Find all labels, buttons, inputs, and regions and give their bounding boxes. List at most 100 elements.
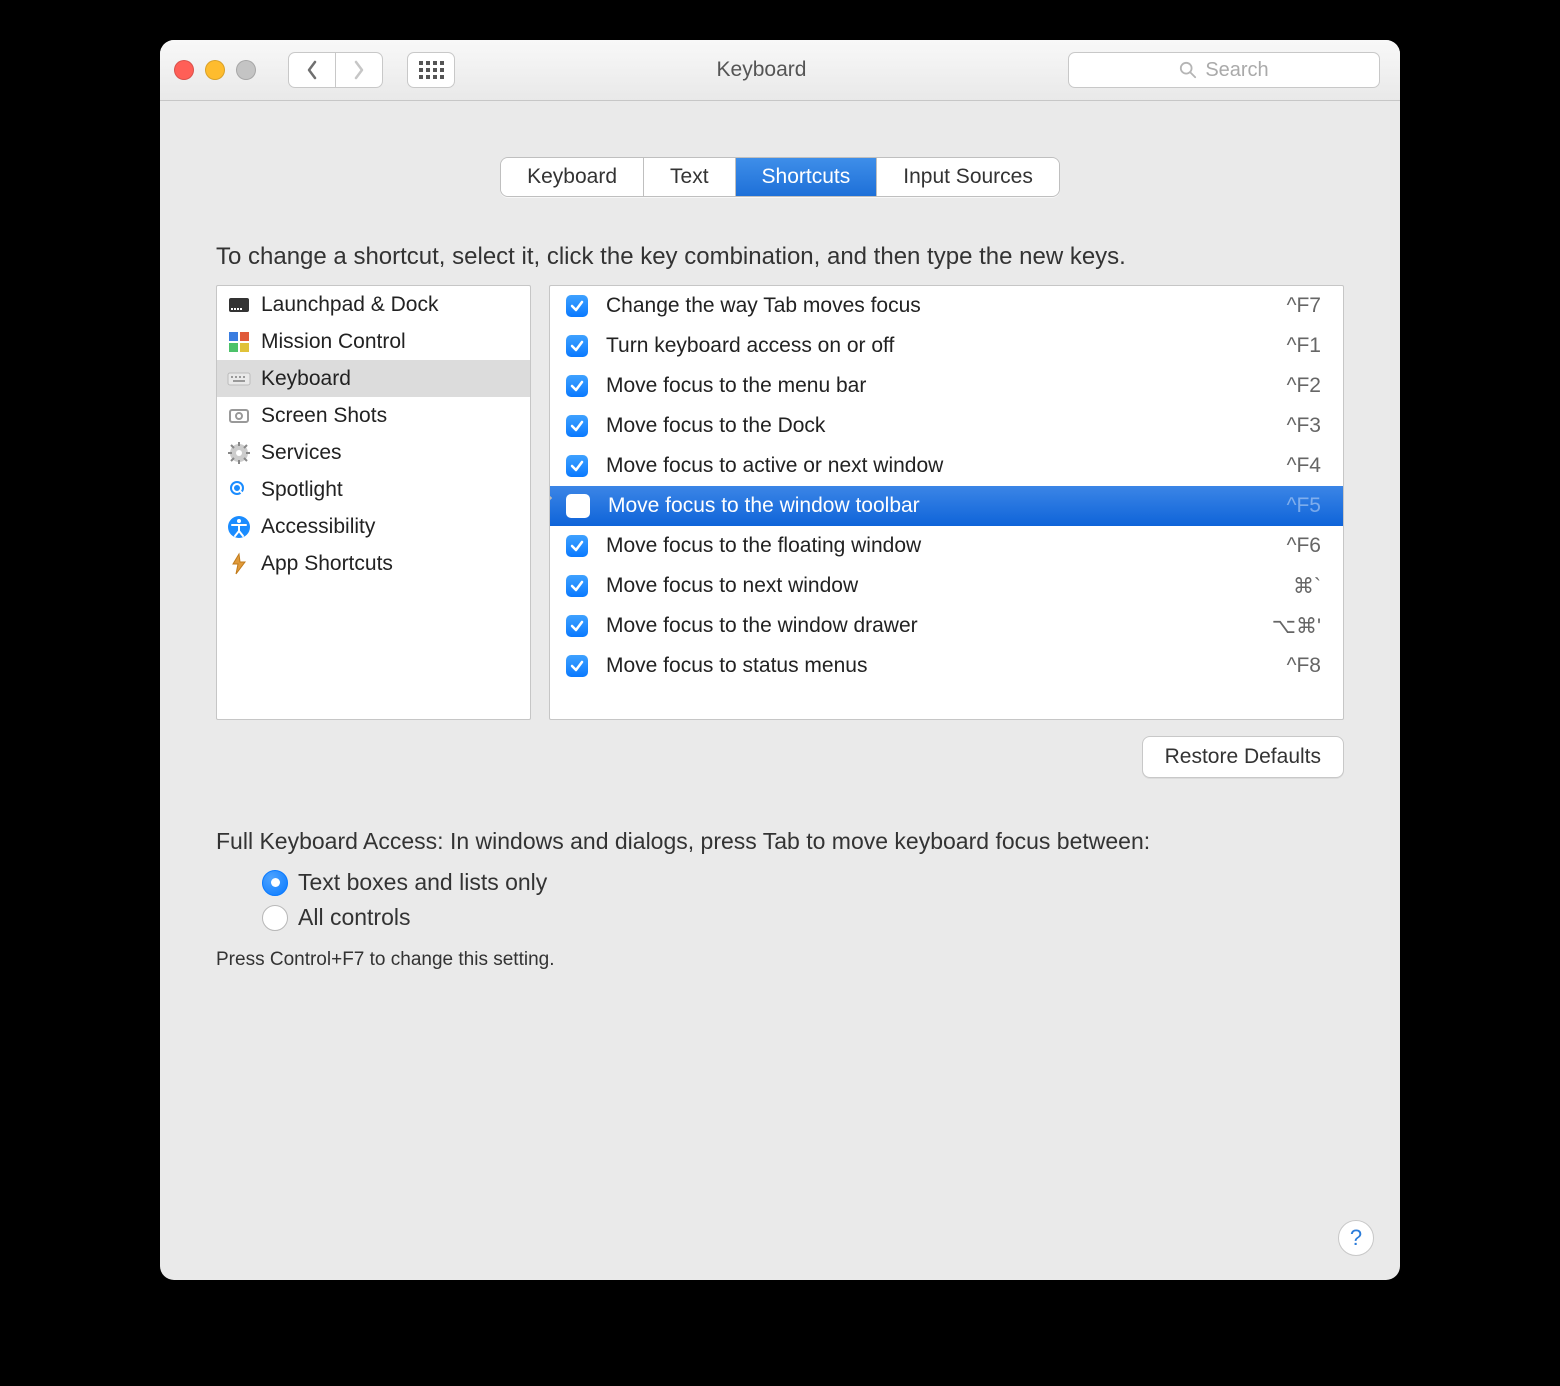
shortcut-label: Move focus to the window drawer <box>606 614 1254 638</box>
shortcut-label: Move focus to the Dock <box>606 414 1269 438</box>
shortcut-keys: ^F2 <box>1287 374 1321 398</box>
shortcut-checkbox[interactable] <box>566 295 588 317</box>
close-button[interactable] <box>174 60 194 80</box>
shortcut-row[interactable]: Move focus to the window drawer⌥⌘' <box>550 606 1343 646</box>
chevron-right-icon <box>352 60 366 80</box>
shortcut-checkbox[interactable] <box>566 535 588 557</box>
search-placeholder: Search <box>1205 59 1268 82</box>
category-label: Accessibility <box>261 515 375 539</box>
shortcut-row[interactable]: Move focus to active or next window ^F4 <box>550 446 1343 486</box>
back-button[interactable] <box>288 52 336 88</box>
shortcut-row[interactable]: Move focus to the window toolbar^F5 <box>550 486 1343 526</box>
radio-button[interactable] <box>262 870 288 896</box>
fka-radio-1[interactable]: All controls <box>262 904 1344 931</box>
category-label: Launchpad & Dock <box>261 293 438 317</box>
category-label: Mission Control <box>261 330 406 354</box>
launchpad-icon <box>227 293 251 317</box>
check-icon <box>570 659 584 673</box>
instructions-text: To change a shortcut, select it, click t… <box>216 243 1344 271</box>
accessibility-icon <box>227 515 251 539</box>
shortcut-checkbox[interactable] <box>566 655 588 677</box>
shortcut-checkbox[interactable] <box>566 415 588 437</box>
category-launchpad-dock[interactable]: Launchpad & Dock <box>217 286 530 323</box>
minimize-button[interactable] <box>205 60 225 80</box>
category-mission-control[interactable]: Mission Control <box>217 323 530 360</box>
category-keyboard[interactable]: Keyboard <box>217 360 530 397</box>
grid-icon <box>419 61 444 79</box>
shortcut-label: Turn keyboard access on or off <box>606 334 1269 358</box>
shortcut-keys: ^F8 <box>1287 654 1321 678</box>
zoom-button[interactable] <box>236 60 256 80</box>
check-icon <box>570 419 584 433</box>
search-input[interactable]: Search <box>1068 52 1380 88</box>
window-title: Keyboard <box>469 58 1054 82</box>
shortcut-checkbox[interactable] <box>566 575 588 597</box>
shortcut-checkbox[interactable] <box>566 494 590 518</box>
shortcut-list: Change the way Tab moves focus ^F7 Turn ke… <box>549 285 1344 720</box>
restore-defaults-button[interactable]: Restore Defaults <box>1142 736 1344 778</box>
tab-keyboard[interactable]: Keyboard <box>501 158 644 196</box>
shortcut-keys: ^F7 <box>1287 294 1321 318</box>
shortcut-row[interactable]: Change the way Tab moves focus ^F7 <box>550 286 1343 326</box>
content-area: KeyboardTextShortcutsInput Sources To ch… <box>160 101 1400 971</box>
shortcut-keys: ^F3 <box>1287 414 1321 438</box>
shortcut-row[interactable]: Turn keyboard access on or off ^F1 <box>550 326 1343 366</box>
shortcut-row[interactable]: Move focus to the floating window ^F6 <box>550 526 1343 566</box>
shortcut-keys: ^F1 <box>1287 334 1321 358</box>
full-keyboard-access-radio-group: Text boxes and lists only All controls <box>216 869 1344 931</box>
spotlight-icon <box>227 478 251 502</box>
check-icon <box>570 299 584 313</box>
shortcut-label: Move focus to the window toolbar <box>608 494 1269 518</box>
category-spotlight[interactable]: Spotlight <box>217 471 530 508</box>
shortcut-row[interactable]: Move focus to the menu bar ^F2 <box>550 366 1343 406</box>
shortcut-label: Change the way Tab moves focus <box>606 294 1269 318</box>
shortcut-checkbox[interactable] <box>566 375 588 397</box>
shortcut-row[interactable]: Move focus to the Dock ^F3 <box>550 406 1343 446</box>
nav-buttons <box>288 52 383 88</box>
window-controls <box>174 60 256 80</box>
radio-label: All controls <box>298 904 410 931</box>
check-icon <box>570 539 584 553</box>
screenshot-icon <box>227 404 251 428</box>
category-services[interactable]: Services <box>217 434 530 471</box>
show-all-button[interactable] <box>407 52 455 88</box>
shortcut-keys: ⌘` <box>1293 574 1321 599</box>
radio-button[interactable] <box>262 905 288 931</box>
tab-shortcuts[interactable]: Shortcuts <box>736 158 878 196</box>
fka-radio-0[interactable]: Text boxes and lists only <box>262 869 1344 896</box>
check-icon <box>570 579 584 593</box>
check-icon <box>570 339 584 353</box>
mission-control-icon <box>227 330 251 354</box>
full-keyboard-access-heading: Full Keyboard Access: In windows and dia… <box>216 828 1344 855</box>
category-label: Screen Shots <box>261 404 387 428</box>
shortcut-row[interactable]: Move focus to next window ⌘` <box>550 566 1343 606</box>
check-icon <box>570 459 584 473</box>
shortcut-checkbox[interactable] <box>566 455 588 477</box>
chevron-left-icon <box>305 60 319 80</box>
appshortcuts-icon <box>227 552 251 576</box>
category-label: Spotlight <box>261 478 343 502</box>
tab-bar: KeyboardTextShortcutsInput Sources <box>216 157 1344 197</box>
shortcut-checkbox[interactable] <box>566 335 588 357</box>
preferences-window: Keyboard Search KeyboardTextShortcutsInp… <box>160 40 1400 1280</box>
category-screen-shots[interactable]: Screen Shots <box>217 397 530 434</box>
tab-input-sources[interactable]: Input Sources <box>877 158 1059 196</box>
help-button[interactable]: ? <box>1338 1220 1374 1256</box>
shortcut-label: Move focus to the floating window <box>606 534 1269 558</box>
shortcut-keys: ^F6 <box>1287 534 1321 558</box>
shortcut-label: Move focus to active or next window <box>606 454 1269 478</box>
forward-button[interactable] <box>335 52 383 88</box>
tab-text[interactable]: Text <box>644 158 736 196</box>
shortcut-label: Move focus to the menu bar <box>606 374 1269 398</box>
keyboard-icon <box>227 367 251 391</box>
category-accessibility[interactable]: Accessibility <box>217 508 530 545</box>
shortcut-label: Move focus to next window <box>606 574 1275 598</box>
shortcut-keys: ^F4 <box>1287 454 1321 478</box>
category-app-shortcuts[interactable]: App Shortcuts <box>217 545 530 582</box>
check-icon <box>570 379 584 393</box>
check-icon <box>570 619 584 633</box>
shortcut-checkbox[interactable] <box>566 615 588 637</box>
category-label: Keyboard <box>261 367 351 391</box>
gear-icon <box>227 441 251 465</box>
shortcut-row[interactable]: Move focus to status menus^F8 <box>550 646 1343 686</box>
